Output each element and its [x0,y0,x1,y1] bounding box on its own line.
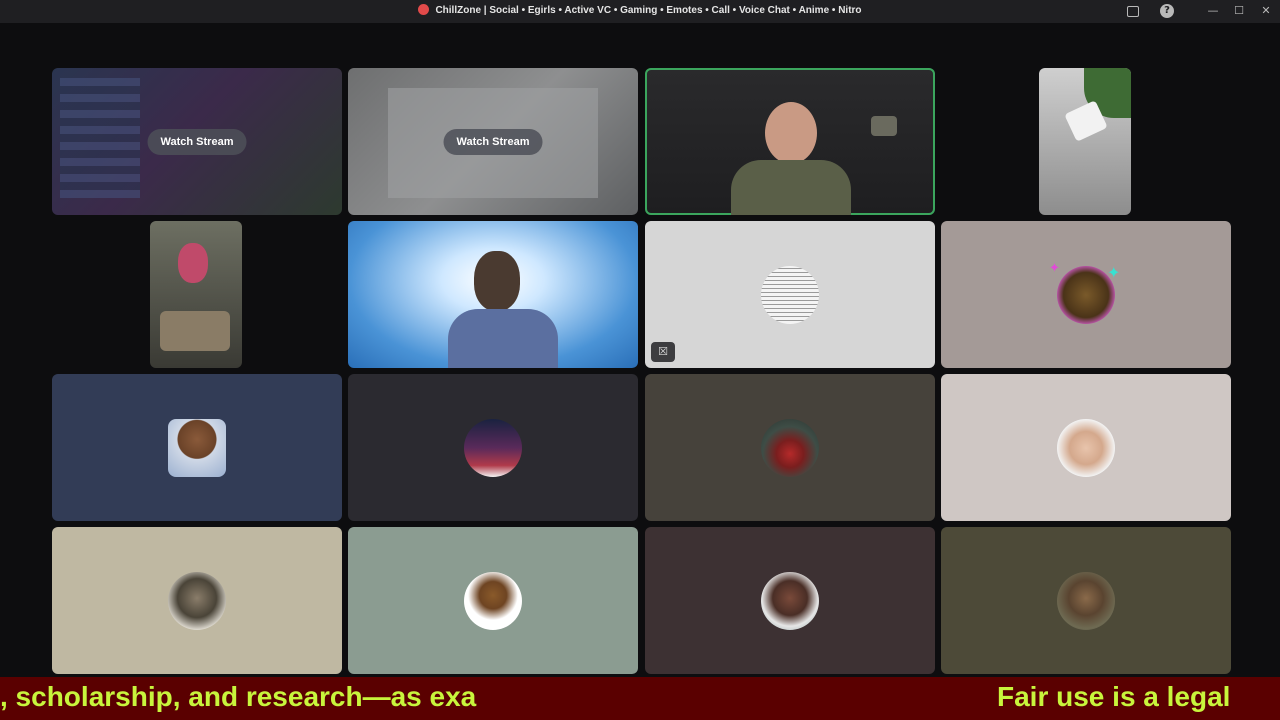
stream-preview [60,78,140,198]
user-avatar [761,265,819,324]
avatar-tile-bear[interactable] [52,374,342,521]
avatar-tile-bearded[interactable] [52,527,342,674]
help-icon[interactable]: ? [1160,4,1174,18]
maximize-icon[interactable]: ☐ [1232,4,1246,18]
camera-tile-lamp[interactable] [1039,68,1131,215]
avatar-tile-figurine[interactable] [645,374,935,521]
app-logo-icon [418,4,430,15]
avatar-tile-document[interactable]: ☒ [645,221,935,368]
sparkle-icon: ✦ [1049,261,1060,276]
user-avatar [464,418,522,477]
person-uniform [731,160,851,215]
lamp [871,116,897,136]
inbox-icon[interactable] [1127,6,1139,17]
user-avatar [761,571,819,630]
user-avatar [1057,418,1115,477]
avatar-tile-waving[interactable] [941,527,1231,674]
desk [160,311,230,351]
camera-tile-clouds[interactable] [348,221,638,368]
user-avatar [1057,571,1115,630]
user-avatar [761,418,819,477]
camera-tile-pink-hair[interactable] [150,221,242,368]
call-grid: Watch Stream Watch Stream ☒ ✦ ✦ [0,23,1280,677]
minimize-icon[interactable]: — [1206,4,1220,18]
news-ticker: , scholarship, and research—as exa Fair … [0,677,1280,720]
watch-stream-button[interactable]: Watch Stream [443,128,543,155]
user-avatar [464,571,522,630]
avatar-tile-city[interactable] [348,374,638,521]
watch-stream-button[interactable]: Watch Stream [147,128,247,155]
window-title-text: ChillZone | Social • Egirls • Active VC … [435,5,862,16]
window-title: ChillZone | Social • Egirls • Active VC … [0,4,1280,16]
camera-tile-soldier[interactable] [645,68,935,215]
user-avatar [168,571,226,630]
ticker-text-left: , scholarship, and research—as exa [0,681,477,712]
ticker-text-right: Fair use is a legal [997,681,1231,712]
avatar-tile-dog[interactable] [348,527,638,674]
avatar-tile-sparkle[interactable]: ✦ ✦ [941,221,1231,368]
stream-tile-1[interactable]: Watch Stream [52,68,342,215]
person-hair [178,243,208,283]
sparkle-icon: ✦ [1107,263,1121,282]
person-body [448,309,558,368]
camera-off-icon: ☒ [651,342,675,362]
stream-tile-2[interactable]: Watch Stream [348,68,638,215]
avatar-tile-man[interactable] [941,374,1231,521]
title-bar: ChillZone | Social • Egirls • Active VC … [0,0,1280,23]
close-icon[interactable]: ✕ [1259,4,1273,18]
person-face [765,102,817,164]
avatar-tile-doll[interactable] [645,527,935,674]
user-avatar [168,418,226,477]
person-hair [474,251,520,311]
